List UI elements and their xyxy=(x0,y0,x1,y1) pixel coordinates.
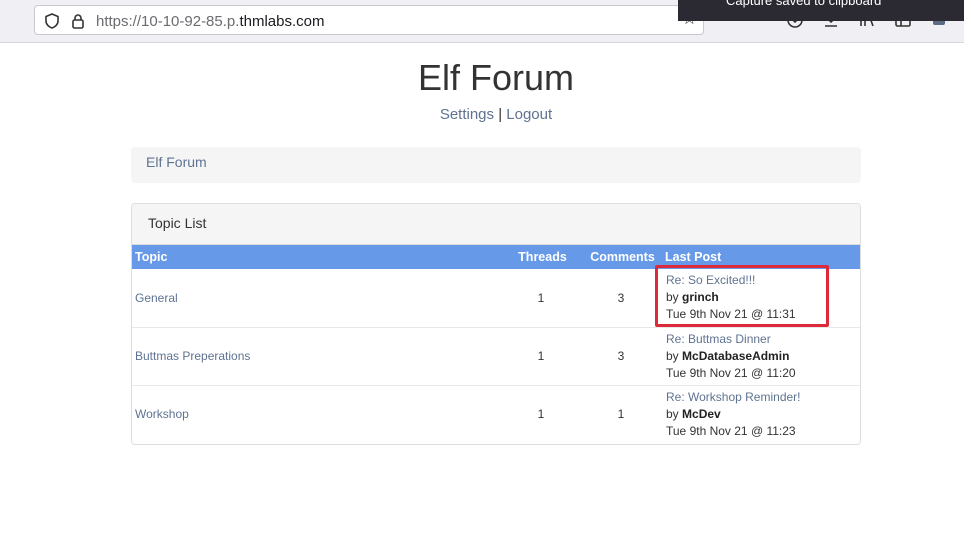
panel-title: Topic List xyxy=(148,215,207,231)
column-comments: Comments xyxy=(590,250,655,264)
screenshot-toast: Capture saved to clipboard xyxy=(678,0,964,21)
top-nav: Settings | Logout xyxy=(0,106,964,123)
panel-heading: Topic List xyxy=(132,204,860,245)
column-topic: Topic xyxy=(135,250,168,264)
topic-link-buttmas-preperations[interactable]: Buttmas Preperations xyxy=(135,349,250,363)
last-post-link[interactable]: Re: Workshop Reminder! xyxy=(666,390,801,404)
last-post-date: Tue 9th Nov 21 @ 11:23 xyxy=(666,423,796,438)
shield-icon[interactable] xyxy=(43,12,61,30)
threads-count: 1 xyxy=(537,290,545,305)
lock-icon[interactable] xyxy=(69,12,87,30)
threads-count: 1 xyxy=(502,326,580,385)
column-threads: Threads xyxy=(518,250,567,264)
highlight-annotation-box xyxy=(655,265,829,327)
breadcrumb: Elf Forum xyxy=(131,147,861,183)
breadcrumb-item-home[interactable]: Elf Forum xyxy=(146,154,207,170)
settings-link[interactable]: Settings xyxy=(440,106,494,123)
by-label: by xyxy=(666,348,679,363)
last-post-author: McDatabaseAdmin xyxy=(682,348,790,363)
nav-separator: | xyxy=(498,106,503,123)
topic-link-workshop[interactable]: Workshop xyxy=(135,407,189,421)
page-title: Elf Forum xyxy=(417,57,575,98)
by-label: by xyxy=(666,406,679,421)
last-post: Re: Workshop Reminder! by McDev Tue 9th … xyxy=(662,384,860,443)
url-text[interactable]: https://10-10-92-85.p.thmlabs.com xyxy=(96,13,324,30)
last-post-author: McDev xyxy=(682,406,721,421)
last-post-date: Tue 9th Nov 21 @ 11:20 xyxy=(666,365,796,380)
topic-link-general[interactable]: General xyxy=(135,291,178,305)
last-post-link[interactable]: Re: Buttmas Dinner xyxy=(666,332,771,346)
threads-count: 1 xyxy=(502,384,580,443)
comments-count: 3 xyxy=(617,290,625,305)
comments-count: 1 xyxy=(580,384,662,443)
last-post: Re: Buttmas Dinner by McDatabaseAdmin Tu… xyxy=(662,326,860,385)
table-row: Workshop 1 1 Re: Workshop Reminder! by M… xyxy=(132,384,860,443)
logout-link[interactable]: Logout xyxy=(506,106,552,123)
browser-toolbar: https://10-10-92-85.p.thmlabs.com ☆ Capt… xyxy=(0,0,964,43)
comments-count: 3 xyxy=(580,326,662,385)
table-row: Buttmas Preperations 1 3 Re: Buttmas Din… xyxy=(132,326,860,385)
url-bar[interactable]: https://10-10-92-85.p.thmlabs.com ☆ xyxy=(34,5,704,35)
